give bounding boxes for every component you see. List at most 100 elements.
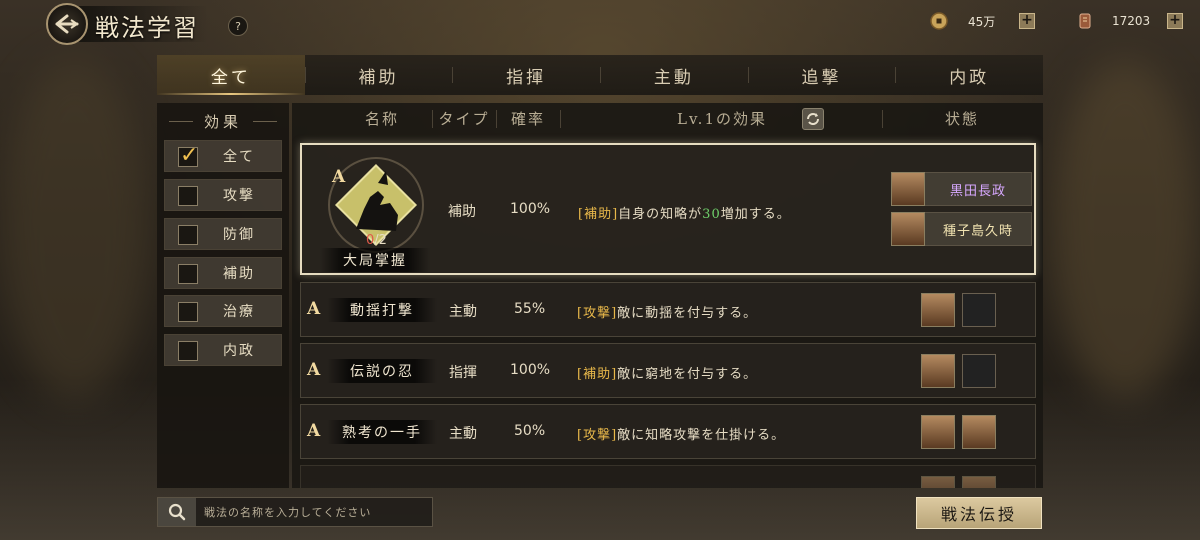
filter-label: 補助 (223, 266, 255, 282)
coin-icon (928, 10, 950, 32)
skill-effect: [攻撃]敵に動揺を付与する。 (577, 302, 757, 321)
effect-text: 敵に動揺を付与する。 (617, 306, 758, 321)
learn-count: 0/2 (366, 233, 387, 248)
checkbox[interactable] (178, 341, 198, 361)
tactic-row-partial[interactable] (300, 465, 1036, 488)
empty-portrait-icon (962, 354, 996, 388)
skill-effect: [補助]自身の知略が30増加する。 (578, 203, 791, 222)
checkmark-icon: ✓ (180, 143, 199, 168)
skill-name: 熟考の一手 (327, 420, 437, 444)
scroll-resource: 17203 (1074, 10, 1150, 32)
filter-title: 効果 (157, 111, 289, 132)
teach-tactic-button[interactable]: 戦法伝授 (916, 497, 1042, 529)
refresh-icon[interactable] (802, 108, 824, 130)
general-name: 黒田長政 (949, 183, 1006, 199)
search-icon[interactable] (158, 498, 196, 526)
general-portrait[interactable] (891, 172, 925, 206)
skill-type: 補助 (448, 204, 476, 220)
general-plate[interactable]: 種子島久時 (924, 212, 1032, 246)
general-plate[interactable]: 黒田長政 (924, 172, 1032, 206)
effect-text: 敵に知略攻撃を仕掛ける。 (617, 428, 786, 443)
checkbox[interactable]: ✓ (178, 143, 198, 168)
skill-rate: 100% (510, 362, 551, 378)
skill-name: 伝説の忍 (327, 359, 437, 383)
column-name: 名称 (364, 109, 399, 128)
effect-value: 30 (702, 207, 721, 222)
tactic-row-selected[interactable]: A 0/2 大局掌握 補助 100% [補助]自身の知略が30増加する。 黒田長… (300, 143, 1036, 275)
general-portrait[interactable] (921, 354, 955, 388)
tactic-row[interactable]: A 熟考の一手 主動 50% [攻撃]敵に知略攻撃を仕掛ける。 (300, 404, 1036, 459)
filter-item-support[interactable]: 補助 (164, 257, 282, 289)
skill-type: 主動 (449, 426, 477, 442)
tactic-row[interactable]: A 伝説の忍 指揮 100% [補助]敵に窮地を付与する。 (300, 343, 1036, 398)
back-button[interactable] (46, 3, 88, 45)
effect-tag: [補助] (578, 207, 619, 222)
filter-item-all[interactable]: ✓ 全て (164, 140, 282, 172)
effect-text: 自身の知略が (618, 207, 703, 222)
tab-all[interactable]: 全て (157, 55, 305, 95)
tab-pursuit[interactable]: 追撃 (747, 55, 896, 95)
skill-name: 大局掌握 (320, 248, 430, 272)
tactics-list-panel: 名称 タイプ 確率 Lv.1の効果 状態 A 0/2 大局掌握 補助 100% … (292, 103, 1043, 488)
effect-text: 敵に窮地を付与する。 (617, 367, 758, 382)
tab-command[interactable]: 指揮 (452, 55, 600, 95)
grade-label: A (307, 360, 321, 380)
effect-filter-panel: 効果 ✓ 全て 攻撃 防御 補助 治療 内政 (157, 103, 289, 488)
count-total: /2 (374, 233, 387, 248)
effect-text: 増加する。 (720, 207, 791, 222)
column-type: タイプ (438, 109, 490, 128)
category-tabs: 全て 補助 指揮 主動 追撃 内政 (157, 55, 1043, 95)
checkbox[interactable] (178, 225, 198, 245)
tab-support[interactable]: 補助 (304, 55, 453, 95)
filter-label: 内政 (223, 343, 255, 359)
skill-name: 動揺打撃 (327, 298, 437, 322)
tab-active[interactable]: 主動 (600, 55, 748, 95)
general-portrait[interactable] (921, 415, 955, 449)
back-arrow-icon (55, 14, 79, 34)
add-coins-button[interactable]: + (1019, 13, 1035, 29)
filter-item-attack[interactable]: 攻撃 (164, 179, 282, 211)
column-rate: 確率 (510, 109, 545, 128)
search-box[interactable] (157, 497, 433, 527)
add-scrolls-button[interactable]: + (1167, 13, 1183, 29)
checkbox[interactable] (178, 264, 198, 284)
grade-label: A (307, 421, 321, 441)
coin-value: 45万 (968, 14, 996, 29)
filter-label: 防御 (223, 227, 255, 243)
filter-label: 攻撃 (223, 188, 255, 204)
skill-effect: [補助]敵に窮地を付与する。 (577, 363, 757, 382)
skill-rate: 55% (514, 301, 546, 317)
general-name: 種子島久時 (942, 223, 1013, 239)
page-title: 戦法学習 (95, 14, 199, 42)
coin-resource: 45万 (928, 10, 995, 32)
filter-item-domestic[interactable]: 内政 (164, 334, 282, 366)
scroll-icon (1074, 10, 1096, 32)
filter-item-heal[interactable]: 治療 (164, 295, 282, 327)
checkbox[interactable] (178, 302, 198, 322)
background-right (1050, 60, 1200, 400)
tactic-row[interactable]: A 動揺打撃 主動 55% [攻撃]敵に動揺を付与する。 (300, 282, 1036, 337)
grade-label: A (332, 167, 346, 187)
grade-label: A (307, 299, 321, 319)
general-portrait[interactable] (962, 415, 996, 449)
filter-item-defense[interactable]: 防御 (164, 218, 282, 250)
empty-portrait-icon (962, 293, 996, 327)
general-portrait[interactable] (921, 476, 955, 488)
general-portrait[interactable] (962, 476, 996, 488)
checkbox[interactable] (178, 186, 198, 206)
column-effect: Lv.1の効果 (677, 109, 767, 128)
effect-tag: [補助] (577, 367, 618, 382)
skill-rate: 100% (510, 201, 551, 217)
filter-label: 治療 (223, 304, 255, 320)
help-button[interactable]: ? (228, 16, 248, 36)
filter-label: 全て (223, 149, 255, 165)
effect-tag: [攻撃] (577, 306, 618, 321)
skill-type: 主動 (449, 304, 477, 320)
skill-effect: [攻撃]敵に知略攻撃を仕掛ける。 (577, 424, 785, 443)
general-portrait[interactable] (921, 293, 955, 327)
general-portrait[interactable] (891, 212, 925, 246)
column-divider (882, 110, 883, 128)
search-input[interactable] (204, 502, 424, 522)
column-divider (560, 110, 561, 128)
tab-domestic[interactable]: 内政 (895, 55, 1043, 95)
